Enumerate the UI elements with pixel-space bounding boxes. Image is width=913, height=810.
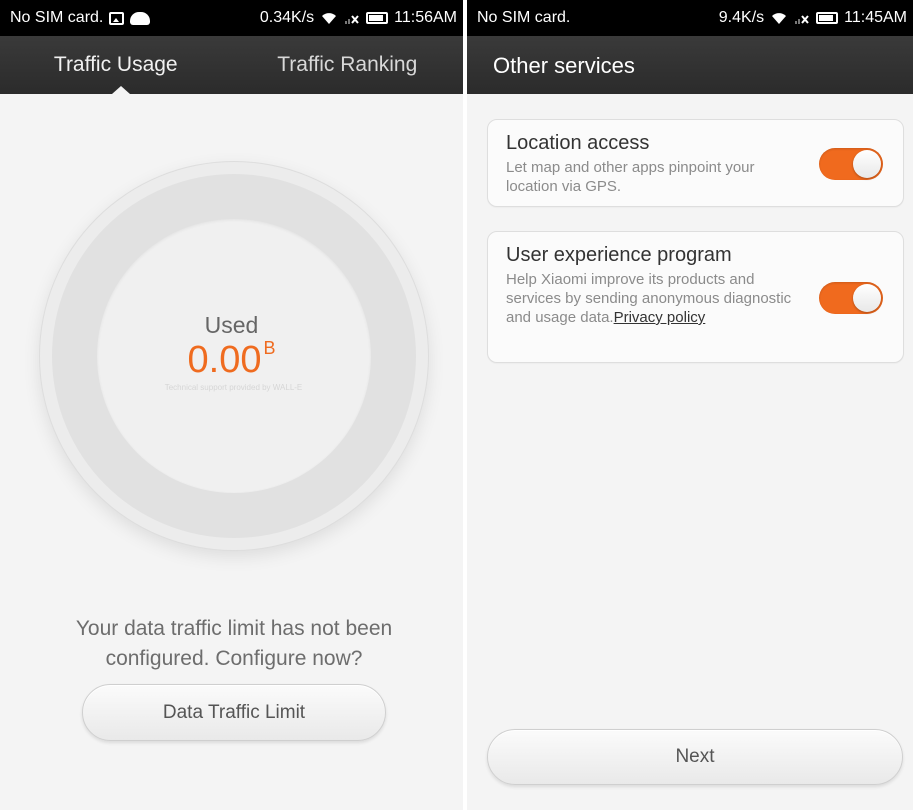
used-unit: B (263, 338, 276, 358)
used-label: Used (204, 312, 259, 338)
limit-prompt: Your data traffic limit has not been con… (75, 617, 393, 670)
used-amount: 0.00 (187, 339, 262, 381)
tab-traffic-ranking[interactable]: Traffic Ranking (232, 36, 464, 94)
support-credit: Technical support provided by WALL-E (164, 383, 303, 392)
clock: 11:45AM (844, 9, 907, 26)
data-traffic-limit-button[interactable]: Data Traffic Limit (82, 684, 386, 741)
button-label: Data Traffic Limit (162, 701, 306, 723)
title-bar: Other services (467, 36, 913, 94)
card-title: Location access (506, 132, 650, 154)
no-signal-icon (345, 15, 359, 24)
android-icon (130, 11, 151, 25)
traffic-usage-screen: No SIM card. 0.34K/s 11:56AM Traffic Usa… (0, 0, 463, 810)
privacy-policy-link[interactable]: Privacy policy (614, 309, 706, 326)
used-value: 0.00 B (0, 338, 463, 382)
no-signal-icon (795, 15, 809, 24)
user-experience-toggle[interactable] (819, 282, 883, 314)
tab-label: Traffic Usage (53, 53, 178, 76)
tab-label: Traffic Ranking (277, 53, 418, 76)
clock: 11:56AM (394, 9, 457, 26)
active-tab-indicator (112, 86, 130, 94)
photo-icon (109, 11, 125, 25)
wifi-icon (772, 13, 787, 24)
location-access-toggle[interactable] (819, 148, 883, 180)
card-title: User experience program (506, 244, 732, 266)
tab-bar: Traffic Usage Traffic Ranking (0, 36, 463, 94)
battery-icon (366, 12, 389, 24)
status-bar: No SIM card. 9.4K/s 11:45AM (467, 0, 913, 36)
network-speed: 9.4K/s (718, 9, 765, 26)
status-bar: No SIM card. 0.34K/s 11:56AM (0, 0, 463, 36)
battery-icon (816, 12, 839, 24)
card-description: Let map and other apps pinpoint your loc… (506, 159, 755, 195)
user-experience-card: User experience program Help Xiaomi impr… (487, 231, 904, 363)
toggle-knob (853, 284, 881, 312)
page-title: Other services (493, 53, 635, 78)
wifi-icon (322, 13, 337, 24)
carrier-label: No SIM card. (10, 9, 104, 26)
carrier-label: No SIM card. (477, 9, 571, 26)
other-services-screen: No SIM card. 9.4K/s 11:45AM Other servic… (467, 0, 913, 810)
button-label: Next (675, 746, 715, 767)
toggle-knob (853, 150, 881, 178)
next-button[interactable]: Next (487, 729, 903, 785)
location-access-card: Location access Let map and other apps p… (487, 119, 904, 207)
card-description: Help Xiaomi improve its products and ser… (506, 270, 801, 327)
network-speed: 0.34K/s (259, 9, 315, 26)
